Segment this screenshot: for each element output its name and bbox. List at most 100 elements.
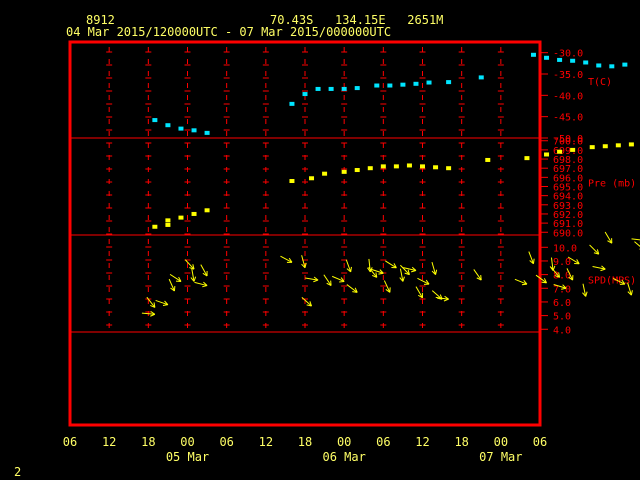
- wind-arrow: [332, 275, 345, 283]
- wind-arrow: [184, 259, 195, 270]
- wind-arrow: [168, 278, 176, 292]
- pressure-point: [589, 145, 595, 150]
- x-tick-label: 18: [298, 435, 312, 449]
- wind-arrow: [417, 277, 430, 285]
- pressure-point: [406, 163, 412, 168]
- y-tick-label: 7.0: [553, 284, 571, 295]
- pressure-point: [309, 176, 315, 181]
- wind-arrow: [280, 255, 293, 263]
- wind-arrow: [528, 251, 535, 265]
- temperature-point: [178, 126, 184, 131]
- temperature-point: [204, 130, 210, 135]
- wind-arrow: [301, 255, 307, 269]
- wind-arrow: [473, 269, 482, 281]
- wind-arrow: [415, 286, 423, 299]
- wind-arrow: [345, 259, 352, 273]
- x-tick-label: 00: [180, 435, 194, 449]
- wind-arrow: [346, 284, 358, 293]
- temperature-point: [609, 64, 615, 69]
- pressure-point: [341, 169, 347, 174]
- wind-arrow: [169, 273, 182, 282]
- pressure-point: [433, 165, 439, 170]
- wind-arrow: [514, 278, 528, 286]
- y-tick-label: -40.0: [553, 91, 583, 102]
- pressure-point: [446, 166, 452, 171]
- wind-arrow: [367, 258, 373, 273]
- x-tick-label: 12: [102, 435, 116, 449]
- wind-arrow: [604, 231, 613, 244]
- x-tick-label: 06: [219, 435, 233, 449]
- y-axis-label: T(C): [588, 77, 612, 88]
- pressure-point: [615, 143, 621, 148]
- x-tick-label: 00: [494, 435, 508, 449]
- wind-arrow: [582, 283, 588, 297]
- temperature-point: [374, 83, 380, 88]
- temperature-point: [400, 82, 406, 87]
- temperature-point: [596, 63, 602, 68]
- wind-arrow: [305, 276, 319, 283]
- temperature-point: [387, 83, 393, 88]
- pressure-point: [204, 208, 210, 213]
- wind-arrow: [368, 266, 378, 278]
- wind-arrow: [155, 299, 169, 307]
- x-tick-label: 06: [63, 435, 77, 449]
- temperature-point: [165, 123, 171, 128]
- temperature-point: [191, 128, 197, 133]
- pressure-point: [485, 157, 491, 162]
- temperature-point: [583, 60, 589, 65]
- pressure-point: [178, 215, 184, 220]
- x-tick-label: 12: [415, 435, 429, 449]
- x-tick-label: 12: [259, 435, 273, 449]
- temperature-point: [426, 80, 432, 85]
- temperature-point: [328, 86, 334, 91]
- temperature-point: [341, 86, 347, 91]
- temperature-point: [557, 57, 563, 62]
- wind-arrow: [323, 274, 332, 286]
- pressure-point: [602, 144, 608, 149]
- y-tick-label: -45.0: [553, 113, 583, 124]
- wind-arrow: [631, 238, 640, 243]
- wind-arrow: [431, 261, 438, 275]
- y-tick-label: -35.0: [553, 70, 583, 81]
- x-tick-label: 18: [454, 435, 468, 449]
- x-date-label: 07 Mar: [479, 450, 522, 464]
- pressure-point: [524, 156, 530, 161]
- y-tick-label: 10.0: [553, 243, 577, 254]
- x-tick-label: 00: [337, 435, 351, 449]
- wind-arrow: [385, 260, 397, 269]
- pressure-point: [420, 164, 425, 169]
- pressure-point: [165, 222, 171, 227]
- y-tick-label: 9.0: [553, 257, 571, 268]
- temperature-point: [478, 75, 484, 80]
- temperature-point: [315, 86, 321, 91]
- pressure-point: [628, 142, 634, 147]
- x-date-label: 05 Mar: [166, 450, 209, 464]
- pressure-point: [544, 152, 550, 157]
- temperature-point: [570, 58, 576, 63]
- pressure-point: [191, 211, 197, 216]
- y-tick-label: 4.0: [553, 325, 571, 336]
- x-date-label: 06 Mar: [322, 450, 365, 464]
- meteogram-chart: -30.0-35.0-40.0-45.0-50.0T(C)700.0699.06…: [63, 40, 640, 464]
- temperature-point: [152, 118, 158, 123]
- pressure-point: [322, 171, 328, 176]
- y-tick-label: 690.0: [553, 228, 583, 239]
- y-axis-label: Pre (mb): [588, 179, 636, 190]
- pressure-point: [354, 168, 360, 173]
- pressure-point: [380, 164, 386, 169]
- pressure-point: [289, 179, 295, 184]
- temperature-point: [446, 80, 452, 85]
- y-axis-label: SPD(MPS): [588, 276, 636, 287]
- pressure-point: [152, 224, 158, 229]
- wind-arrow: [399, 268, 405, 282]
- x-tick-label: 06: [376, 435, 390, 449]
- wind-arrow: [200, 264, 208, 277]
- temperature-point: [302, 92, 308, 97]
- pressure-point: [570, 147, 576, 152]
- pressure-point: [393, 164, 399, 169]
- pressure-point: [165, 218, 171, 223]
- temperature-point: [530, 52, 536, 57]
- temperature-point: [354, 86, 360, 91]
- x-tick-label: 06: [533, 435, 547, 449]
- y-tick-label: 6.0: [553, 298, 571, 309]
